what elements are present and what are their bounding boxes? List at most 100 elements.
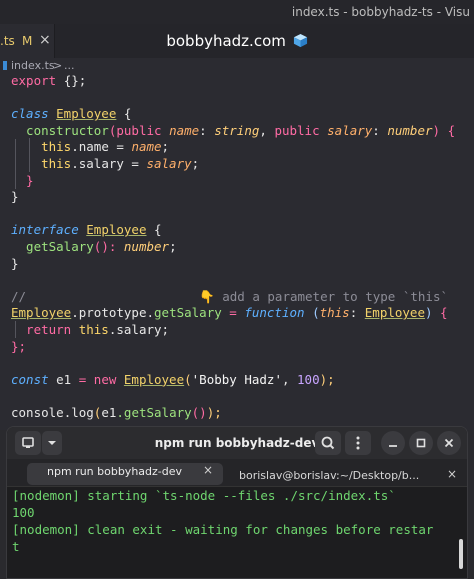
site-watermark: bobbyhadz.com <box>0 32 474 50</box>
code-token: , <box>259 122 275 138</box>
code-token: ; <box>169 239 177 254</box>
code-token: (): <box>93 239 124 254</box>
code-token: console <box>11 405 64 420</box>
terminal-tab-shell[interactable]: borislav@borislav:~/Desktop/b... <box>239 469 419 482</box>
code-token: ; <box>191 156 200 171</box>
terminal-tab-label: npm run bobbyhadz-dev <box>47 465 183 478</box>
code-token: return <box>11 322 79 337</box>
code-line: console.log(e1.getSalary()); <box>11 404 222 421</box>
code-line: } <box>11 255 19 272</box>
code-token: const <box>11 371 57 387</box>
code-token: = <box>221 305 245 321</box>
code-token: .prototype. <box>71 305 155 321</box>
code-token: .getSalary <box>116 405 192 420</box>
breadcrumb-file[interactable]: index.ts <box>11 59 55 72</box>
maximize-button[interactable] <box>409 431 433 455</box>
terminal-line: 100 <box>12 505 35 520</box>
code-line: // 👇 add a parameter to type `this` <box>11 288 448 305</box>
code-token: e1 <box>101 405 117 420</box>
code-line: } <box>11 188 19 205</box>
code-token: number <box>123 239 170 254</box>
code-line: this.salary = salary; <box>11 155 199 172</box>
code-token: .log <box>63 405 94 420</box>
code-token: { <box>440 305 448 321</box>
close-button[interactable] <box>437 431 461 455</box>
cube-icon <box>293 33 307 48</box>
code-token: {}; <box>63 73 87 88</box>
code-token: name <box>131 139 162 155</box>
editor-titlebar: index.ts - bobbyhadz-ts - Visu <box>0 0 474 24</box>
code-token: ) <box>432 122 448 138</box>
code-token: : <box>372 122 388 138</box>
terminal-window: npm run bobbyhadz-dev npm run bobbyhadz-… <box>6 426 468 579</box>
code-token: new <box>93 371 124 387</box>
code-line: constructor(public name: string, public … <box>11 122 455 139</box>
minimize-button[interactable] <box>381 431 405 455</box>
code-token: = <box>71 371 94 387</box>
code-editor[interactable]: index.ts - bobbyhadz-ts - Visu .ts M × b… <box>0 0 474 430</box>
code-token: this <box>319 305 350 321</box>
code-token: // <box>11 288 27 304</box>
maximize-icon <box>416 438 426 448</box>
breadcrumb-symbol[interactable]: ... <box>64 59 75 72</box>
code-token: .salary; <box>108 322 170 337</box>
code-token: salary <box>146 156 192 171</box>
menu-icon <box>356 436 360 450</box>
indent-guide <box>15 321 16 338</box>
code-line: class Employee { <box>11 105 131 122</box>
code-token: ; <box>161 139 170 155</box>
code-token: interface <box>11 222 87 238</box>
code-token: () <box>191 405 207 420</box>
code-token: export <box>11 73 64 88</box>
code-token: name <box>169 122 200 138</box>
code-token: 100 <box>297 371 320 387</box>
terminal-tab-close-icon[interactable]: × <box>447 467 457 481</box>
code-token: string <box>214 122 260 138</box>
code-token: ); <box>206 405 222 420</box>
terminal-line: [nodemon] starting `ts-node --files ./sr… <box>12 488 396 503</box>
terminal-line: [nodemon] clean exit - waiting for chang… <box>12 522 434 537</box>
code-token: , <box>281 371 298 387</box>
terminal-tab-bar: npm run bobbyhadz-dev × borislav@borisla… <box>7 459 467 487</box>
code-token: .name = <box>71 139 132 155</box>
code-token: ( <box>184 371 192 387</box>
code-token: getSalary <box>11 239 94 254</box>
typescript-file-icon <box>3 61 7 70</box>
terminal-tab-close-icon[interactable]: × <box>203 463 213 477</box>
code-token: constructor <box>11 122 109 138</box>
code-line: export {}; <box>11 72 86 89</box>
code-line: Employee.prototype.getSalary = function … <box>11 304 448 321</box>
indent-guide <box>15 138 16 189</box>
code-token: } <box>11 255 19 271</box>
code-token: { <box>146 222 162 238</box>
code-token: : <box>349 305 365 321</box>
code-token: 'Bobby Hadz' <box>191 371 282 387</box>
terminal-scrollbar[interactable] <box>459 539 463 569</box>
code-line: }; <box>11 338 26 355</box>
code-line: interface Employee { <box>11 221 162 238</box>
code-token: e1 <box>56 371 72 387</box>
code-token: number <box>387 122 433 138</box>
code-token: } <box>11 189 19 205</box>
code-token: public <box>274 122 328 138</box>
code-token: salary <box>327 122 373 138</box>
code-token: Employee <box>86 222 147 238</box>
indent-guide <box>29 138 30 172</box>
code-token: getSalary <box>154 305 222 321</box>
code-line: this.name = name; <box>11 138 169 155</box>
minimize-icon <box>389 445 397 447</box>
close-icon <box>444 438 454 448</box>
code-token: Employee <box>11 305 72 321</box>
code-token: this <box>11 156 72 171</box>
search-button[interactable] <box>315 431 341 455</box>
code-token: ); <box>319 371 335 387</box>
search-icon <box>321 436 335 450</box>
window-title: index.ts - bobbyhadz-ts - Visu <box>291 5 470 19</box>
code-token: .salary = <box>71 156 147 171</box>
code-line: getSalary(): number; <box>11 238 177 255</box>
code-token: function <box>244 305 313 321</box>
terminal-menu-button[interactable] <box>345 431 371 455</box>
code-token: Employee <box>123 371 185 387</box>
code-line: const e1 = new Employee('Bobby Hadz', 10… <box>11 371 335 388</box>
code-token: class <box>11 106 57 122</box>
